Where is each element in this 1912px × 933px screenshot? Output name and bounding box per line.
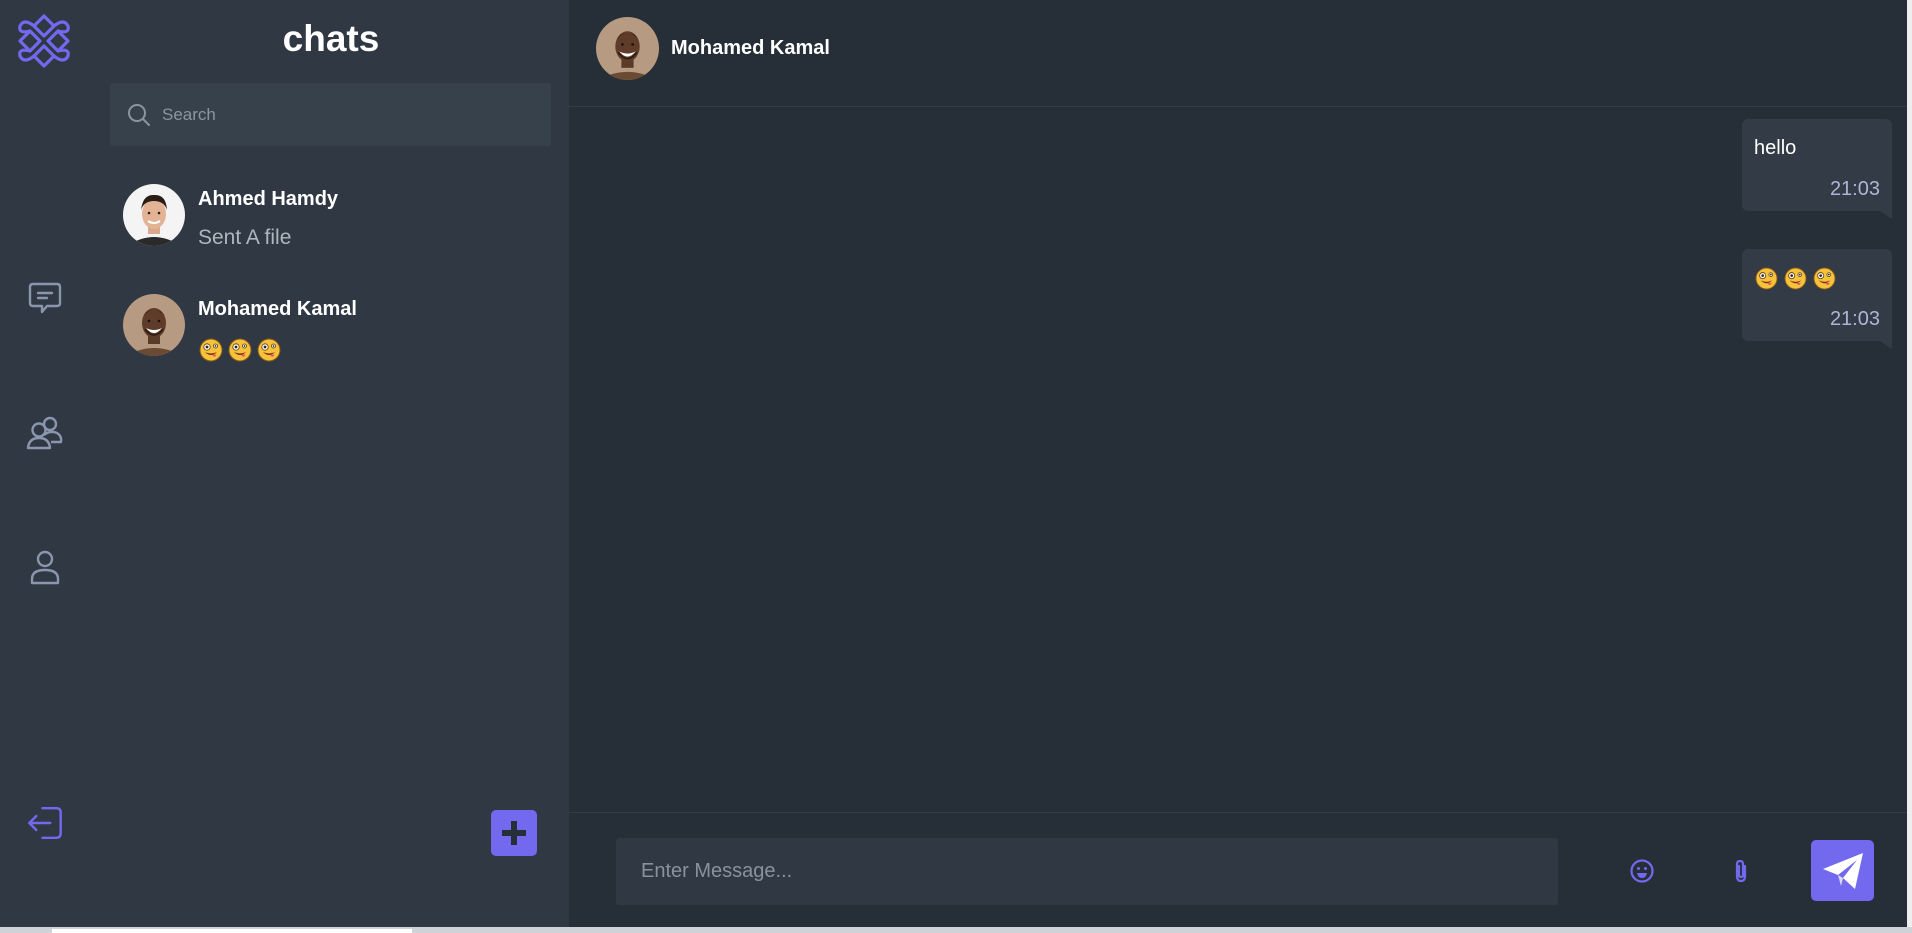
window-scrollbar[interactable] bbox=[1907, 0, 1912, 927]
conversation-header: Mohamed Kamal bbox=[569, 0, 1907, 107]
logout-button[interactable] bbox=[22, 800, 68, 846]
zany-face-emoji-icon bbox=[228, 338, 252, 362]
zany-face-emoji-icon bbox=[199, 338, 223, 362]
message-emojis bbox=[1755, 267, 1836, 290]
message-time: 21:03 bbox=[1829, 178, 1880, 200]
chat-item-preview: Sent A file bbox=[198, 226, 292, 249]
celtic-knot-logo-icon[interactable] bbox=[14, 10, 74, 72]
zany-face-emoji-icon bbox=[1755, 267, 1778, 290]
zany-face-emoji-icon bbox=[1784, 267, 1807, 290]
message-input[interactable] bbox=[616, 838, 1558, 905]
emoji-button[interactable] bbox=[1624, 853, 1660, 889]
search-box bbox=[110, 83, 551, 146]
chat-item-name: Ahmed Hamdy bbox=[198, 188, 339, 210]
contact-avatar[interactable] bbox=[596, 17, 659, 80]
send-button[interactable] bbox=[1811, 840, 1874, 901]
attach-button[interactable] bbox=[1723, 853, 1759, 889]
users-icon bbox=[26, 416, 63, 450]
logout-icon bbox=[28, 807, 62, 839]
bubble-tail bbox=[1880, 341, 1892, 349]
search-input[interactable] bbox=[162, 83, 542, 146]
new-chat-button[interactable] bbox=[491, 810, 537, 856]
smile-icon bbox=[1630, 859, 1654, 883]
avatar bbox=[123, 294, 185, 356]
zany-face-emoji-icon bbox=[257, 338, 281, 362]
chat-item-name: Mohamed Kamal bbox=[198, 298, 357, 320]
conversation-panel: Mohamed Kamal hello 21:03 21:03 bbox=[569, 0, 1907, 927]
avatar bbox=[123, 184, 185, 246]
chat-bubble-icon bbox=[28, 282, 62, 314]
sidebar-rail bbox=[0, 0, 93, 927]
bubble-tail bbox=[1880, 211, 1892, 219]
search-icon bbox=[128, 104, 150, 126]
panel-title: chats bbox=[282, 18, 380, 59]
chat-list-panel: chats Ahmed Hamdy Sent A file Mohamed Ka… bbox=[93, 0, 569, 927]
paperclip-icon bbox=[1735, 859, 1747, 883]
chat-item-preview-emojis bbox=[199, 338, 281, 362]
message-time: 21:03 bbox=[1829, 308, 1880, 330]
chat-app: chats Ahmed Hamdy Sent A file Mohamed Ka… bbox=[0, 0, 1912, 927]
user-icon bbox=[30, 550, 60, 585]
scrollbar-thumb[interactable] bbox=[52, 929, 412, 933]
message-bubble: 21:03 bbox=[1742, 249, 1892, 349]
message-composer bbox=[569, 812, 1907, 927]
chat-item-mohamed-kamal[interactable]: Mohamed Kamal bbox=[93, 294, 569, 394]
plus-icon bbox=[502, 821, 526, 845]
nav-chats[interactable] bbox=[22, 274, 68, 320]
zany-face-emoji-icon bbox=[1813, 267, 1836, 290]
send-icon bbox=[1822, 852, 1863, 889]
message-text: hello bbox=[1754, 137, 1797, 159]
nav-profile[interactable] bbox=[22, 544, 68, 590]
message-bubble: hello 21:03 bbox=[1742, 119, 1892, 219]
horizontal-scrollbar[interactable] bbox=[0, 927, 1912, 933]
nav-groups[interactable] bbox=[22, 410, 68, 456]
contact-name[interactable]: Mohamed Kamal bbox=[671, 37, 830, 60]
chat-item-ahmed-hamdy[interactable]: Ahmed Hamdy Sent A file bbox=[93, 184, 569, 284]
